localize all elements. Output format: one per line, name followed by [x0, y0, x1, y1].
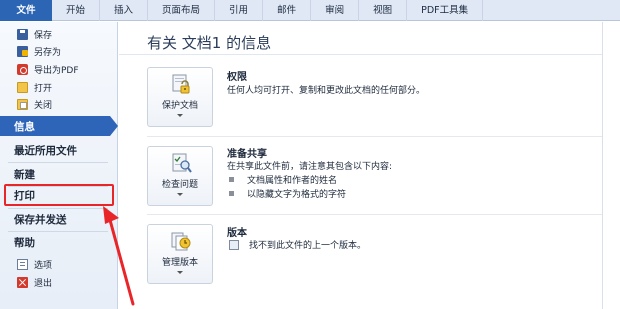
exit-icon	[17, 276, 28, 288]
nav-new[interactable]: 新建	[0, 164, 118, 184]
tab-references[interactable]: 引用	[215, 0, 264, 21]
open-command[interactable]: 打开	[0, 79, 118, 95]
tab-home[interactable]: 开始	[52, 0, 101, 21]
options-command[interactable]: 选项	[0, 256, 118, 272]
save-icon	[17, 28, 28, 40]
list-item: 文档属性和作者的姓名	[229, 173, 337, 186]
nav-print[interactable]: 打印	[0, 185, 118, 205]
tab-file[interactable]: 文件	[0, 0, 52, 21]
export-pdf-command-label: 导出为PDF	[34, 65, 79, 76]
section-divider	[147, 214, 602, 215]
open-command-label: 打开	[34, 83, 53, 94]
check-for-issues-label: 检查问题	[161, 180, 198, 190]
prepare-sharing-description: 在共享此文件前，请注意其包含以下内容:	[227, 162, 393, 172]
protect-document-button[interactable]: 保护文档	[147, 67, 213, 127]
save-as-icon	[17, 45, 28, 57]
export-pdf-command[interactable]: 导出为PDF	[0, 61, 118, 77]
permissions-heading: 权限	[227, 72, 247, 83]
exit-command[interactable]: 退出	[0, 274, 118, 290]
section-divider	[147, 136, 602, 137]
nav-separator	[8, 162, 108, 163]
open-folder-icon	[17, 81, 28, 93]
manage-versions-label: 管理版本	[161, 258, 198, 268]
protect-document-label: 保护文档	[161, 101, 198, 111]
close-document-icon	[17, 98, 28, 110]
bullet-icon	[229, 191, 234, 196]
bullet-icon	[229, 177, 234, 182]
versions-icon	[171, 232, 191, 251]
tab-pdf-tools[interactable]: PDF工具集	[407, 0, 484, 21]
list-item-text: 文档属性和作者的姓名	[247, 176, 338, 186]
ribbon-tab-bar: 文件 开始 插入 页面布局 引用 邮件 审阅 视图 PDF工具集	[0, 0, 620, 21]
save-command-label: 保存	[34, 30, 53, 41]
list-item-text: 以隐藏文字为格式的字符	[247, 190, 347, 200]
lock-key-icon	[172, 74, 190, 94]
title-divider	[119, 54, 602, 55]
panel-divider	[602, 22, 603, 309]
inspect-document-icon	[172, 153, 192, 173]
prepare-sharing-heading: 准备共享	[227, 149, 267, 160]
tab-view[interactable]: 视图	[359, 0, 408, 21]
pdf-icon	[17, 63, 28, 75]
options-command-label: 选项	[34, 260, 53, 271]
permissions-description: 任何人均可打开、复制和更改此文档的任何部分。	[227, 86, 426, 96]
save-as-command[interactable]: 另存为	[0, 43, 118, 59]
list-item: 以隐藏文字为格式的字符	[229, 187, 346, 200]
tab-insert[interactable]: 插入	[100, 0, 149, 21]
save-as-command-label: 另存为	[34, 47, 62, 58]
versions-status: 找不到此文件的上一个版本。	[229, 238, 366, 251]
close-command[interactable]: 关闭	[0, 96, 118, 112]
exit-command-label: 退出	[34, 278, 53, 289]
chevron-down-icon	[177, 193, 183, 196]
document-version-icon	[229, 239, 239, 250]
save-command[interactable]: 保存	[0, 26, 118, 42]
nav-recent-files[interactable]: 最近所用文件	[0, 140, 118, 160]
tab-mailings[interactable]: 邮件	[263, 0, 312, 21]
nav-save-and-send[interactable]: 保存并发送	[0, 209, 118, 229]
manage-versions-button[interactable]: 管理版本	[147, 224, 213, 284]
versions-heading: 版本	[227, 228, 247, 239]
nav-info[interactable]: 信息	[0, 116, 118, 136]
tab-page-layout[interactable]: 页面布局	[148, 0, 216, 21]
page-title: 有关 文档1 的信息	[147, 34, 272, 52]
options-icon	[17, 258, 28, 270]
chevron-down-icon	[177, 271, 183, 274]
word-backstage-window: 文件 开始 插入 页面布局 引用 邮件 审阅 视图 PDF工具集 保存 另存为 …	[0, 0, 620, 309]
versions-status-text: 找不到此文件的上一个版本。	[249, 241, 367, 251]
info-panel: 有关 文档1 的信息 保护文档 权限 任何人均可打开、复制和更改此文档的任何部分…	[119, 22, 620, 309]
chevron-down-icon	[177, 114, 183, 117]
backstage-nav-pane: 保存 另存为 导出为PDF 打开 关闭 信息 最近所用文件 新建 打印 保存并发…	[0, 22, 118, 309]
nav-help[interactable]: 帮助	[0, 232, 118, 252]
tab-review[interactable]: 审阅	[311, 0, 360, 21]
close-command-label: 关闭	[34, 100, 53, 111]
check-for-issues-button[interactable]: 检查问题	[147, 146, 213, 206]
